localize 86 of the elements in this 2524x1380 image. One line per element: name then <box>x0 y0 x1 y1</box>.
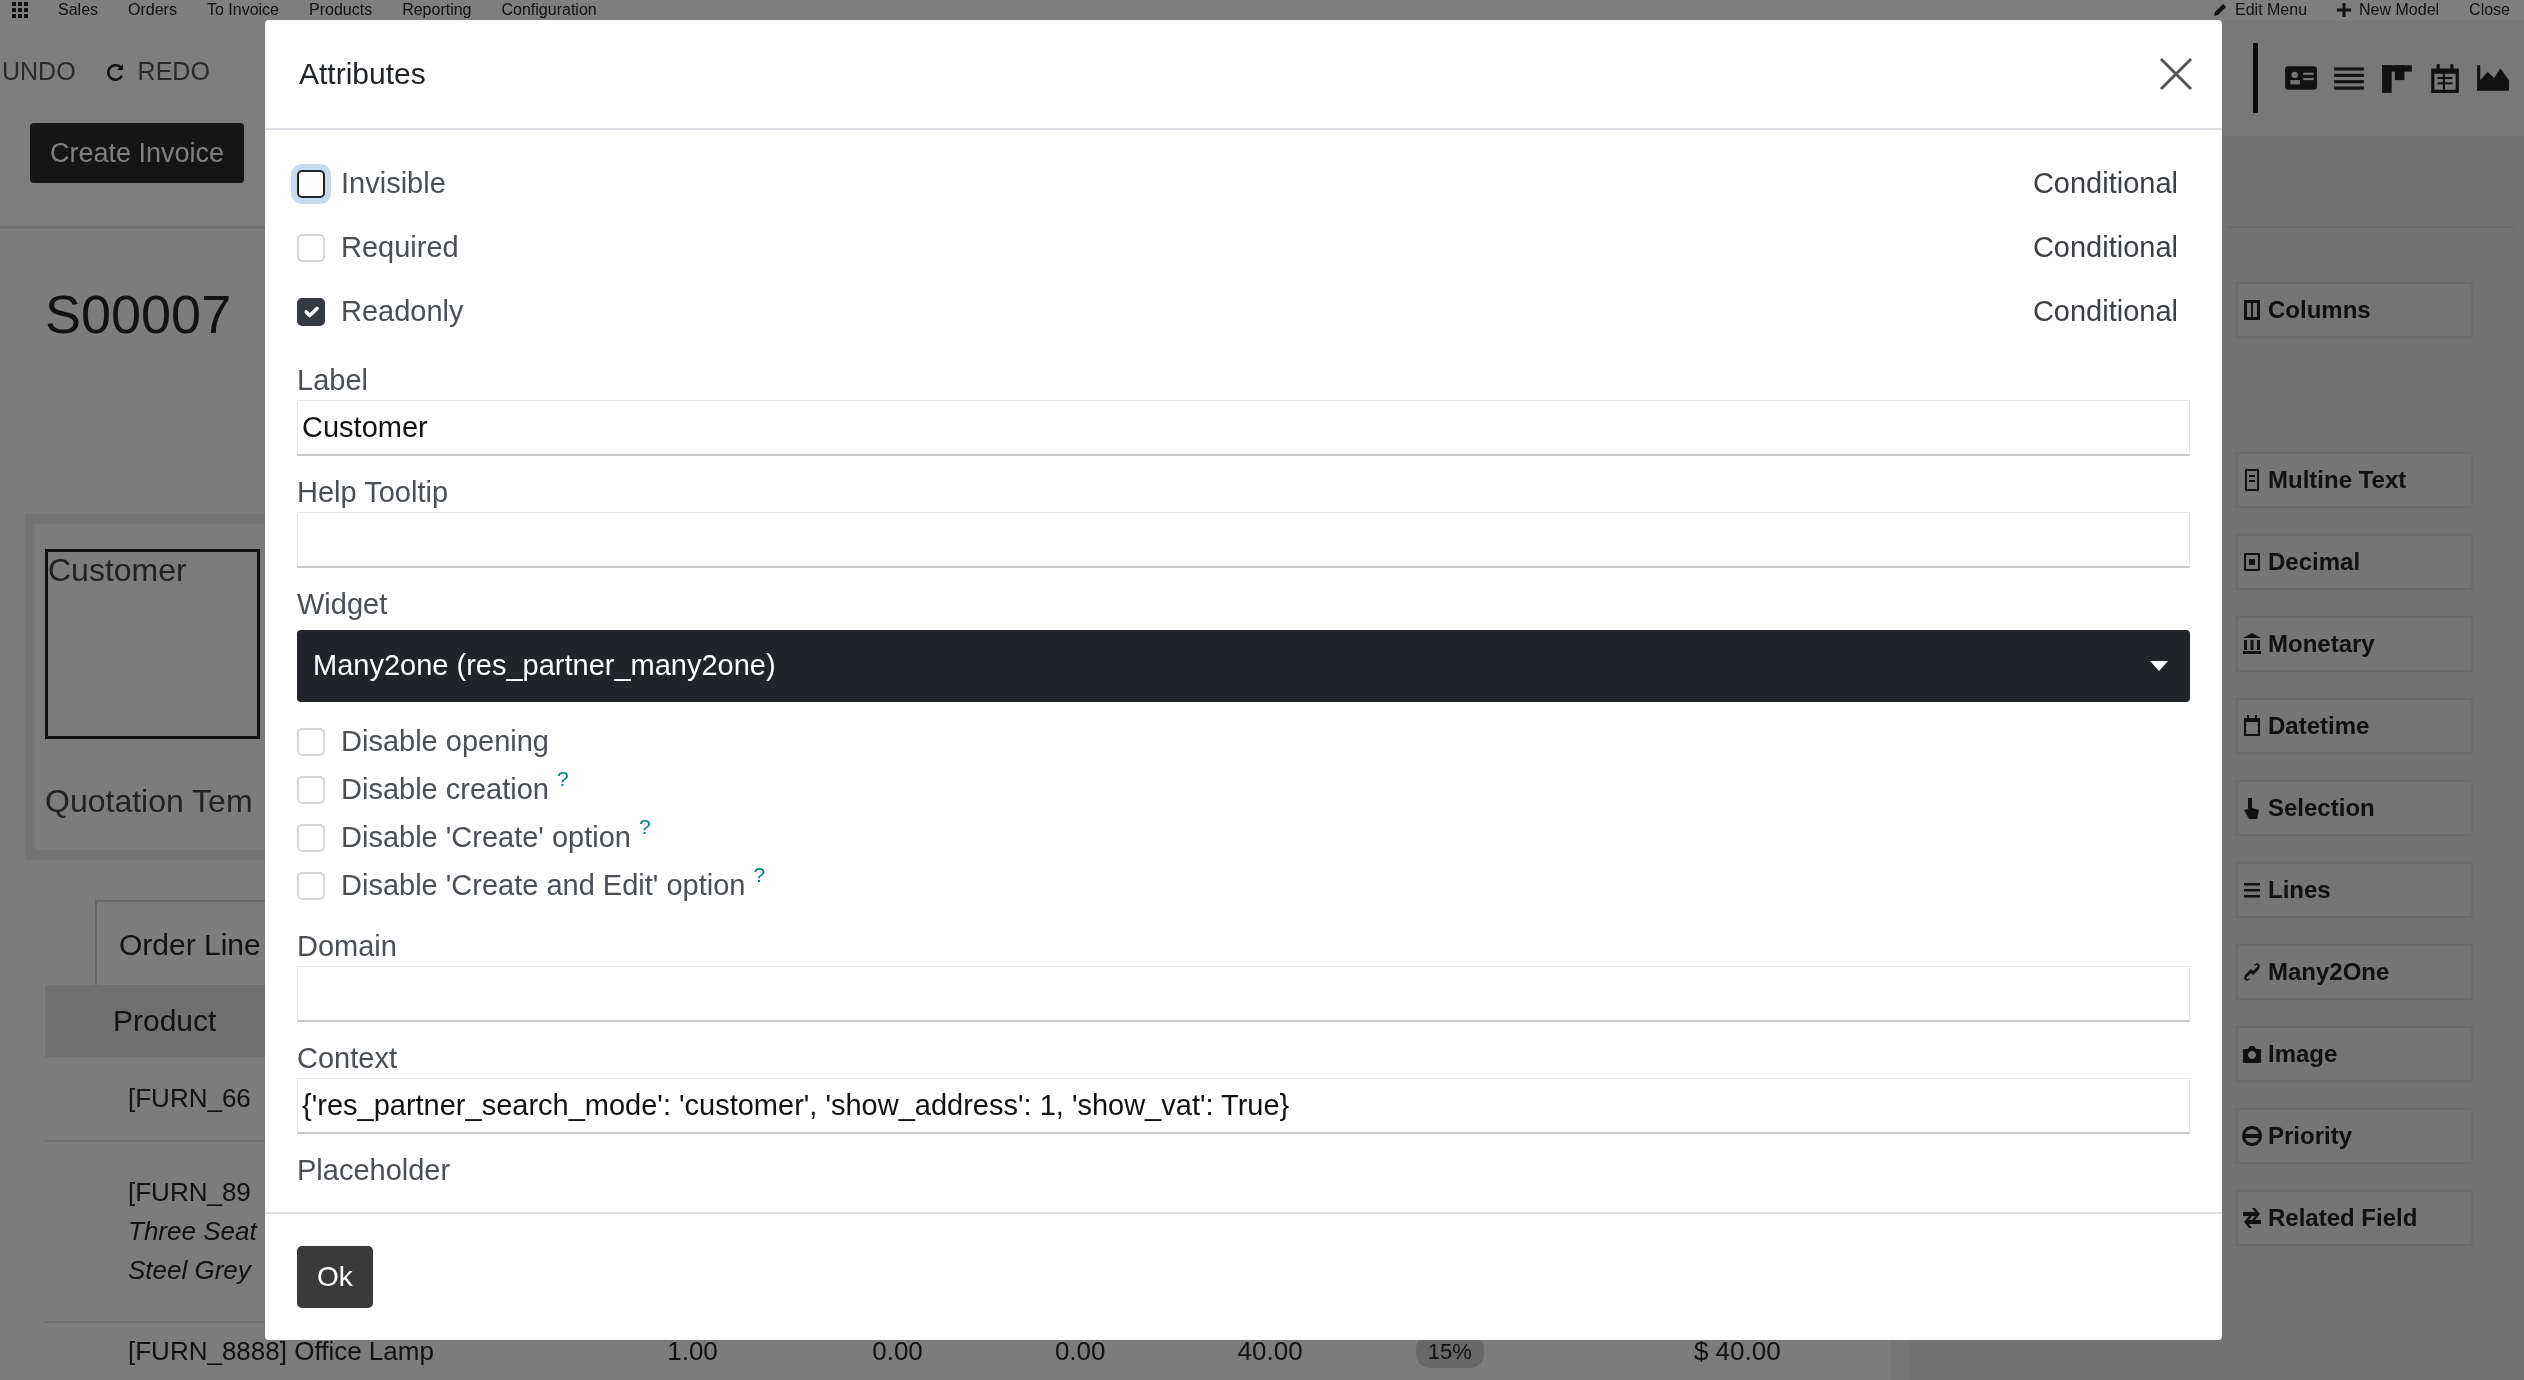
product-description: Three Seat <box>128 1215 257 1249</box>
item-label: Columns <box>2268 295 2371 325</box>
table-cell-text: 40.00 <box>1237 1335 1304 1368</box>
calendar-icon <box>2242 714 2262 738</box>
field-label: Quotation Tem <box>45 782 253 822</box>
pencil-icon <box>2213 3 2227 17</box>
checkbox-label: Disable 'Create' option <box>341 820 631 856</box>
table-cell-text: 0.00 <box>1054 1335 1107 1368</box>
field-label: Label <box>297 363 369 398</box>
create-invoice-button[interactable]: Create Invoice <box>30 122 245 184</box>
menu-item[interactable]: Reporting <box>402 0 472 20</box>
input-field[interactable] <box>297 966 2190 1022</box>
conditional-link[interactable]: Conditional <box>2032 226 2178 270</box>
field-type-item[interactable]: Selection <box>2236 780 2473 836</box>
item-label: Many2One <box>2268 957 2390 987</box>
checkbox-label: Readonly <box>341 294 464 330</box>
pointer-icon <box>2242 796 2262 820</box>
field-type-item[interactable]: Columns <box>2236 282 2473 338</box>
table-cell-text: [FURN_8888] Office Lamp <box>128 1335 435 1368</box>
menu-item[interactable]: To Invoice <box>206 0 279 20</box>
field-type-item[interactable]: Monetary <box>2236 616 2473 672</box>
item-label: Image <box>2268 1039 2338 1069</box>
field-label: Placeholder <box>297 1153 452 1188</box>
checkbox-label: Disable opening <box>341 724 549 760</box>
apps-grid-icon[interactable] <box>12 2 28 18</box>
checkbox-label: Disable 'Create and Edit' option <box>341 868 746 904</box>
menu-item[interactable]: Orders <box>128 0 177 20</box>
redo-button[interactable]: REDO <box>103 52 210 91</box>
link-icon <box>2242 960 2262 984</box>
field-type-item[interactable]: Image <box>2236 1026 2473 1082</box>
tab[interactable]: Order Line <box>95 900 267 986</box>
table-cell-text: $ 40.00 <box>1693 1335 1782 1368</box>
field-type-item[interactable]: Decimal <box>2236 534 2473 590</box>
field-label: Domain <box>297 929 398 964</box>
dialog-title: Attributes <box>299 56 426 92</box>
document-icon <box>2242 468 2262 492</box>
field-type-item[interactable]: Related Field <box>2236 1190 2473 1246</box>
checkbox-label: Disable creation <box>341 772 549 808</box>
menu-item[interactable]: Configuration <box>501 0 597 20</box>
input-field[interactable]: Customer <box>297 400 2190 456</box>
item-label: Priority <box>2268 1121 2353 1151</box>
input-field[interactable] <box>297 512 2190 568</box>
help-mark[interactable]: ? <box>638 816 651 838</box>
item-label: Selection <box>2268 793 2375 823</box>
menu-action-link[interactable]: Close <box>2469 0 2510 20</box>
calendar-view-icon[interactable] <box>2428 61 2462 95</box>
item-label: Decimal <box>2268 547 2361 577</box>
caret-icon <box>2150 661 2168 671</box>
product-description: Steel Grey <box>128 1254 251 1288</box>
table-cell-text: [FURN_89 <box>128 1176 251 1210</box>
ok-button[interactable]: Ok <box>297 1246 373 1308</box>
plus-icon <box>2337 3 2352 17</box>
help-mark[interactable]: ? <box>556 768 569 790</box>
bank-icon <box>2242 632 2262 656</box>
input-field[interactable]: {'res_partner_search_mode': 'customer', 'show_address': 1, 'show_vat': True} <box>297 1078 2190 1134</box>
table-cell-text: [FURN_66 <box>128 1081 251 1115</box>
item-label: Datetime <box>2268 711 2370 741</box>
menu-item[interactable]: Sales <box>58 0 99 20</box>
record-title: S00007 <box>45 283 232 347</box>
menu-action-link[interactable]: Edit Menu <box>2213 0 2308 20</box>
undo-button[interactable]: UNDO <box>2 52 76 91</box>
arrows-icon <box>2242 1206 2262 1230</box>
widget-select[interactable]: Many2one (res_partner_many2one) <box>297 630 2190 702</box>
menu-action-link[interactable]: New Model <box>2337 0 2440 20</box>
customer-field[interactable]: Customer <box>45 549 260 740</box>
item-label: Multine Text <box>2268 465 2407 495</box>
table-cell-text: 1.00 <box>667 1335 719 1368</box>
columns-icon <box>2242 298 2262 322</box>
item-label: Lines <box>2268 875 2331 905</box>
menu-item[interactable]: Products <box>309 0 373 20</box>
checkbox-label: Invisible <box>341 166 446 202</box>
conditional-link[interactable]: Conditional <box>2032 290 2178 334</box>
item-label: Monetary <box>2268 629 2375 659</box>
help-mark[interactable]: ? <box>753 864 766 886</box>
checkbox-label: Required <box>341 230 459 266</box>
field-type-item[interactable]: Multine Text <box>2236 452 2473 508</box>
item-label: Related Field <box>2268 1203 2418 1233</box>
field-type-item[interactable]: Datetime <box>2236 698 2473 754</box>
field-type-item[interactable]: Lines <box>2236 862 2473 918</box>
checkbox[interactable] <box>297 298 325 326</box>
field-label: Help Tooltip <box>297 475 449 510</box>
field-type-item[interactable]: Many2One <box>2236 944 2473 1000</box>
field-label: Widget <box>297 587 389 622</box>
field-type-item[interactable]: Priority <box>2236 1108 2473 1164</box>
conditional-link[interactable]: Conditional <box>2032 162 2178 206</box>
table-cell-text: 0.00 <box>872 1335 924 1368</box>
